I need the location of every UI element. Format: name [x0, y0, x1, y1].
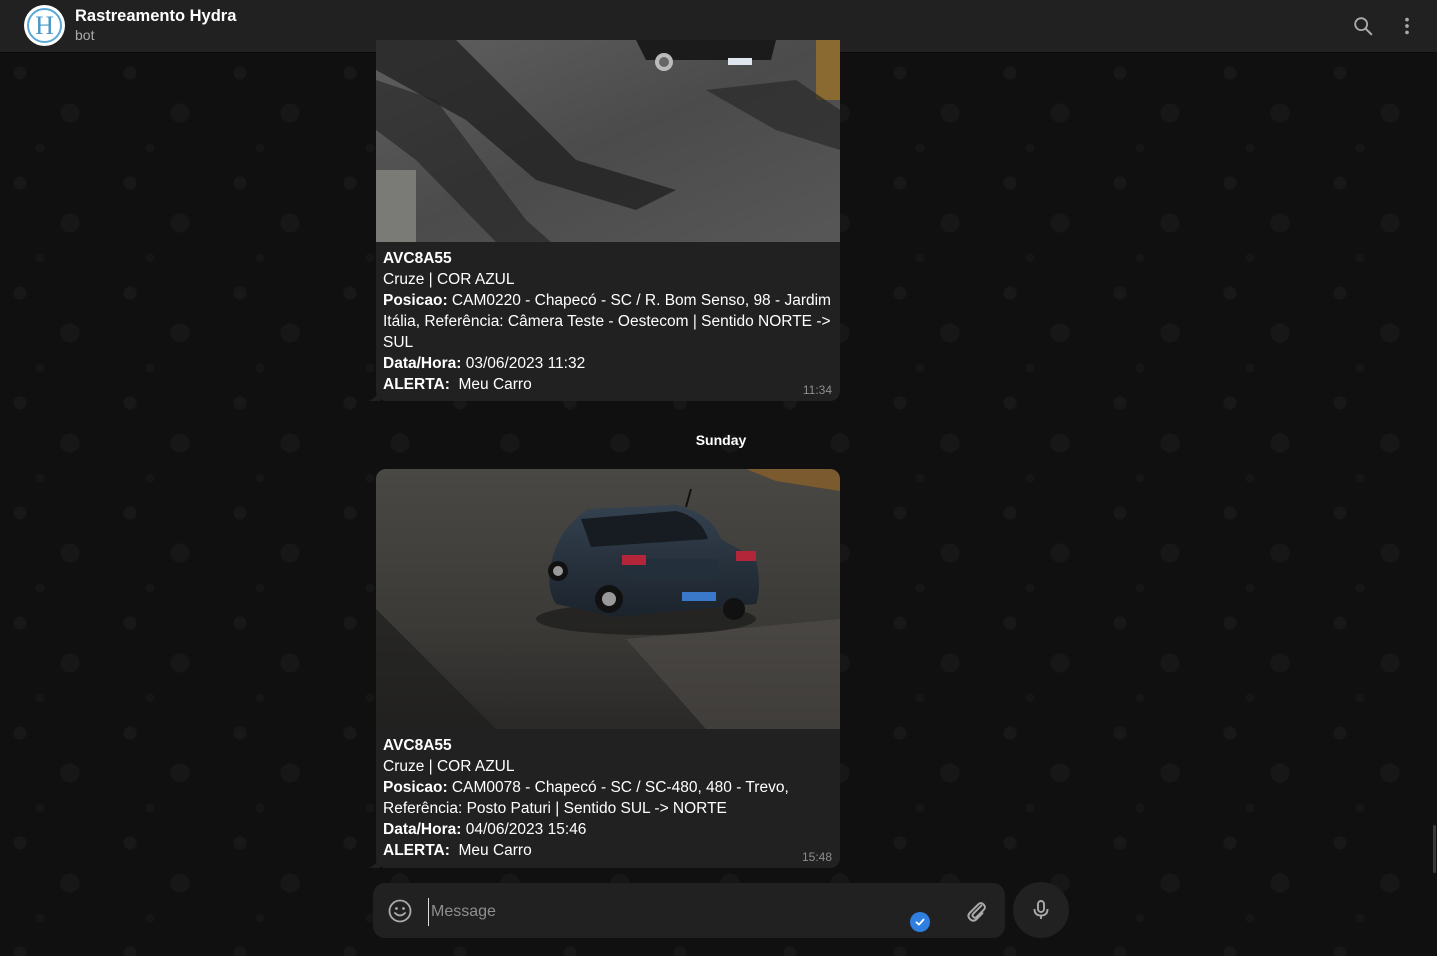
date-separator: Sunday [695, 432, 747, 448]
vehicle-photo[interactable] [376, 469, 840, 729]
chat-info[interactable]: Rastreamento Hydra bot [75, 6, 236, 44]
avatar-letter: H [27, 8, 62, 43]
message-bubble[interactable]: AVC8A55 Cruze | COR AZUL Posicao: CAM007… [376, 469, 840, 868]
posicao-label: Posicao: [383, 292, 448, 309]
more-menu-button[interactable] [1393, 12, 1421, 40]
datahora-label: Data/Hora: [383, 821, 462, 838]
search-icon [1354, 17, 1373, 36]
attach-button[interactable] [963, 898, 989, 924]
alerta-value: Meu Carro [458, 842, 532, 859]
attach-icon [967, 902, 986, 922]
vehicle-model: Cruze | COR AZUL [383, 758, 515, 775]
message-time: 15:48 [801, 850, 832, 864]
plate-text: AVC8A55 [383, 737, 452, 754]
chat-subtitle: bot [75, 27, 95, 43]
microphone-button[interactable] [1013, 882, 1069, 938]
vehicle-photo[interactable] [376, 40, 840, 242]
chat-title: Rastreamento Hydra [75, 7, 237, 25]
vehicle-model: Cruze | COR AZUL [383, 271, 515, 288]
search-button[interactable] [1349, 12, 1377, 40]
check-badge-icon [910, 912, 930, 932]
emoji-button[interactable] [387, 898, 413, 924]
alerta-label: ALERTA: [383, 376, 450, 393]
more-vertical-icon [1405, 17, 1409, 35]
message-composer [373, 883, 1005, 938]
posicao-value: CAM0220 - Chapecó - SC / R. Bom Senso, 9… [383, 292, 831, 351]
message-text: AVC8A55 Cruze | COR AZUL Posicao: CAM022… [376, 242, 840, 395]
message-input[interactable] [428, 898, 893, 926]
alerta-value: Meu Carro [458, 376, 532, 393]
datahora-label: Data/Hora: [383, 355, 462, 372]
avatar[interactable]: H [24, 5, 65, 46]
message-bubble[interactable]: AVC8A55 Cruze | COR AZUL Posicao: CAM022… [376, 40, 840, 401]
plate-text: AVC8A55 [383, 250, 452, 267]
alerta-label: ALERTA: [383, 842, 450, 859]
datahora-value: 03/06/2023 11:32 [465, 355, 586, 372]
scrollbar-thumb[interactable] [1433, 825, 1436, 873]
emoji-icon [388, 899, 412, 923]
datahora-value: 04/06/2023 15:46 [465, 821, 587, 838]
posicao-label: Posicao: [383, 779, 448, 796]
message-text: AVC8A55 Cruze | COR AZUL Posicao: CAM007… [376, 729, 840, 861]
microphone-icon [1033, 900, 1049, 919]
message-time: 11:34 [802, 383, 832, 397]
